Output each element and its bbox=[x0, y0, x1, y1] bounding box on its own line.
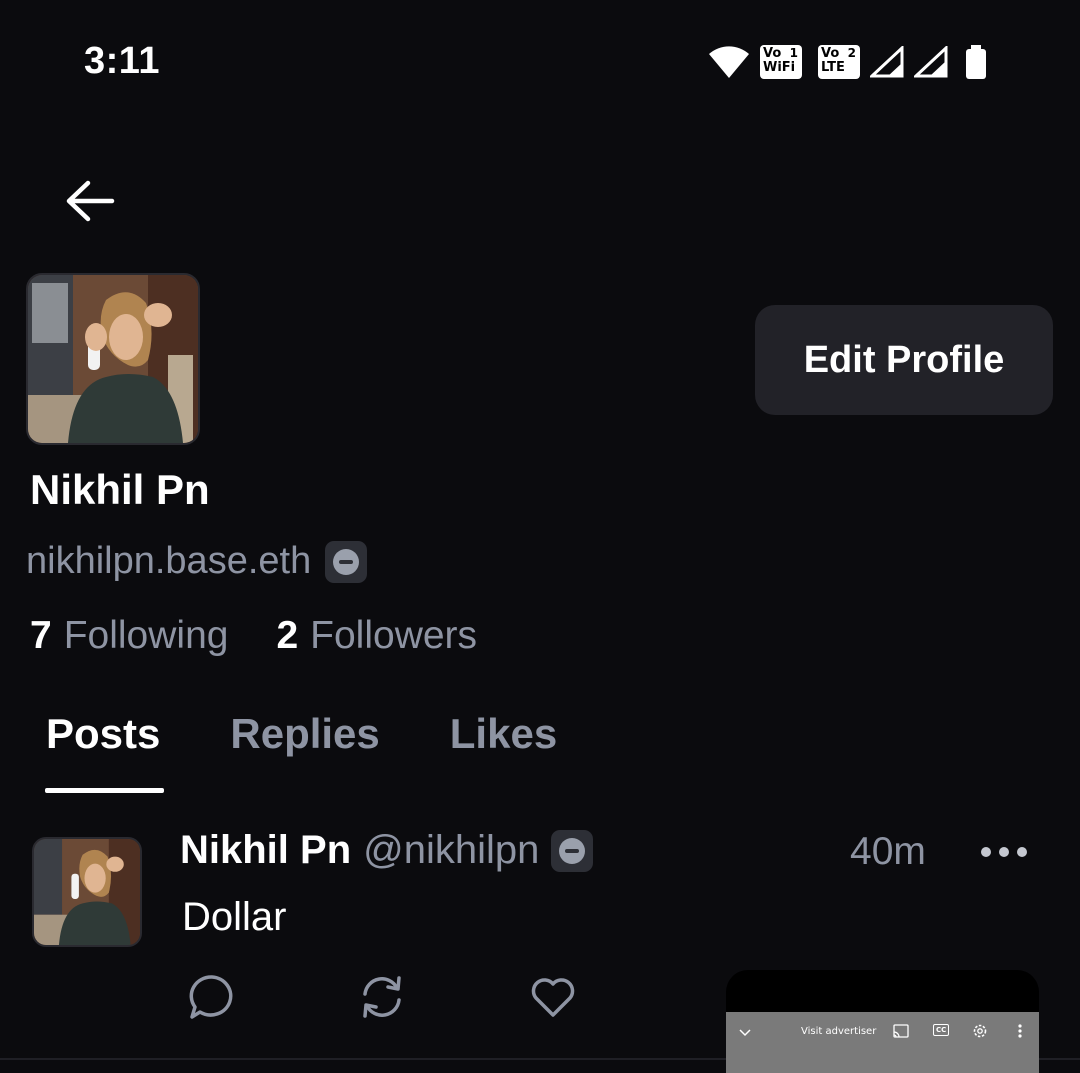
gear-icon[interactable] bbox=[972, 1023, 988, 1039]
visit-advertiser-link[interactable]: Visit advertiser bbox=[801, 1026, 876, 1037]
cc-icon[interactable]: CC bbox=[933, 1024, 950, 1036]
player-controls-bar: Visit advertiser CC bbox=[726, 1012, 1039, 1073]
following-count: 7 bbox=[30, 614, 52, 657]
more-horizontal-icon bbox=[981, 847, 1027, 857]
post-time: 40m bbox=[850, 830, 926, 873]
follow-stats: 7 Following 2 Followers bbox=[30, 614, 477, 658]
followers-count: 2 bbox=[276, 614, 299, 657]
post-author-handle: @nikhilpn bbox=[363, 828, 540, 872]
back-button[interactable] bbox=[60, 174, 118, 228]
post-header: Nikhil Pn @nikhilpn bbox=[180, 828, 594, 873]
active-tab-indicator bbox=[45, 788, 164, 793]
chevron-down-icon[interactable] bbox=[738, 1028, 752, 1038]
tab-likes[interactable]: Likes bbox=[450, 710, 557, 758]
profile-handle: nikhilpn.base.eth bbox=[26, 540, 312, 582]
edit-profile-button[interactable]: Edit Profile bbox=[755, 305, 1053, 415]
following-link[interactable]: 7 Following bbox=[30, 614, 228, 658]
heart-icon bbox=[531, 978, 575, 1017]
volte-wifi-icon: Vo WiFi 1 bbox=[760, 45, 802, 79]
tab-posts[interactable]: Posts bbox=[46, 710, 160, 758]
verified-badge-icon bbox=[551, 829, 594, 872]
battery-icon bbox=[966, 45, 986, 79]
post-avatar[interactable] bbox=[32, 837, 142, 947]
profile-name: Nikhil Pn bbox=[30, 466, 210, 513]
recast-icon bbox=[363, 976, 401, 1018]
signal-icon bbox=[870, 46, 904, 78]
signal-icon bbox=[914, 46, 948, 78]
mini-video-player[interactable]: Visit advertiser CC bbox=[726, 970, 1039, 1073]
avatar bbox=[26, 273, 200, 445]
recast-button[interactable] bbox=[357, 972, 407, 1022]
status-icons: Vo WiFi 1 Vo LTE 2 bbox=[708, 42, 988, 82]
profile-tabs: Posts Replies Likes bbox=[46, 710, 557, 758]
reply-button[interactable] bbox=[187, 972, 237, 1022]
post-text: Dollar bbox=[182, 895, 287, 939]
status-time: 3:11 bbox=[84, 40, 160, 82]
more-vertical-icon[interactable] bbox=[1017, 1023, 1023, 1039]
volte-lte-icon: Vo LTE 2 bbox=[818, 45, 860, 79]
tab-replies[interactable]: Replies bbox=[230, 710, 379, 758]
followers-label: Followers bbox=[310, 614, 478, 657]
wifi-icon bbox=[709, 46, 749, 78]
followers-link[interactable]: 2 Followers bbox=[276, 614, 477, 658]
more-options-button[interactable] bbox=[978, 840, 1030, 864]
like-button[interactable] bbox=[528, 972, 578, 1022]
cast-icon[interactable] bbox=[893, 1024, 909, 1038]
following-label: Following bbox=[63, 614, 229, 657]
arrow-left-icon bbox=[66, 180, 115, 222]
profile-handle-row: nikhilpn.base.eth bbox=[26, 540, 368, 583]
verified-badge-icon bbox=[325, 540, 368, 583]
post-author-name[interactable]: Nikhil Pn bbox=[180, 828, 351, 873]
reply-icon bbox=[189, 975, 233, 1019]
